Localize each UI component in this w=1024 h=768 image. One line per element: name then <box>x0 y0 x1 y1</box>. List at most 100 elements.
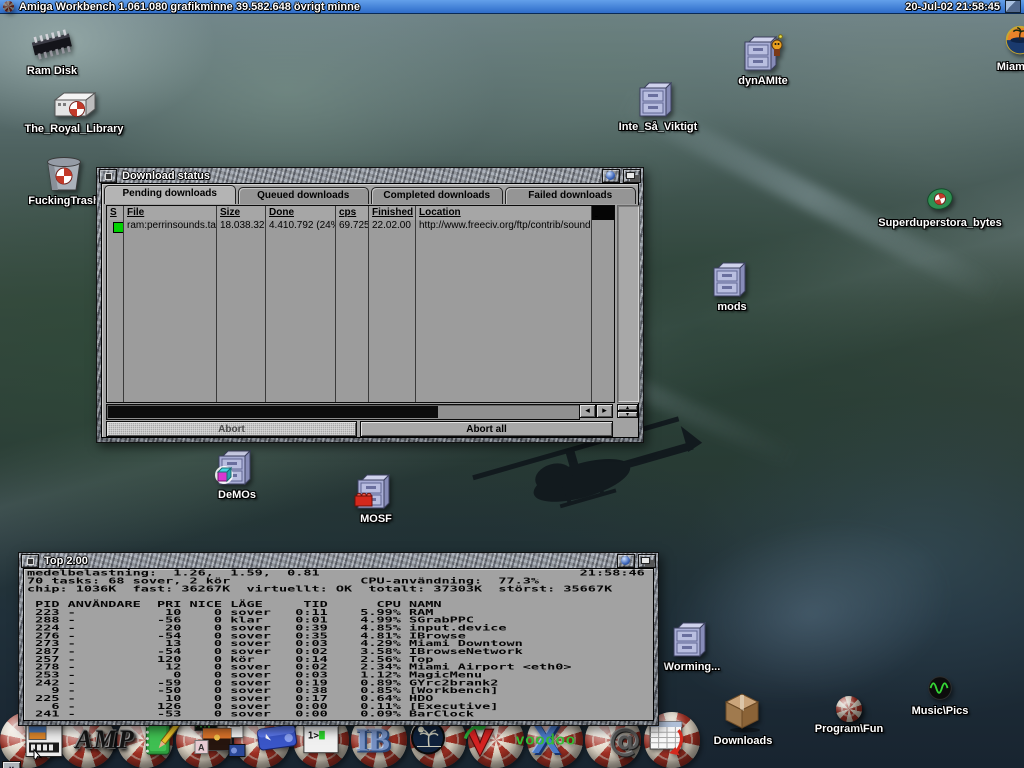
scroll-down-button[interactable]: ▾ <box>617 411 638 418</box>
abort-button[interactable]: Abort <box>106 421 357 437</box>
icon-label: Downloads <box>714 735 773 747</box>
desktop-icon-the-royal-library[interactable]: The_Royal_Library <box>12 88 136 135</box>
column-header[interactable]: Done <box>266 206 335 220</box>
scroll-left-button[interactable]: ◂ <box>579 404 596 418</box>
top-window-title: Top 2.00 <box>44 555 88 567</box>
download-window-title: Download status <box>122 170 210 182</box>
column-s: S <box>107 206 124 402</box>
desktop-icon-worming[interactable]: Worming... <box>650 620 734 673</box>
top-window-titlebar[interactable]: Top 2.00 <box>19 553 658 568</box>
close-gadget[interactable] <box>21 554 39 568</box>
download-window-titlebar[interactable]: Download status <box>97 168 643 183</box>
desktop-icon-mods[interactable]: mods <box>702 260 762 313</box>
desktop-icon-music-pics[interactable]: Music\Pics <box>894 674 986 717</box>
screen-title: Amiga Workbench 1.061.080 grafikminne 39… <box>19 1 360 13</box>
scrollbar-knob[interactable] <box>108 406 438 418</box>
download-list: SFileram:perrinsounds.tar.gzSize18.038.3… <box>106 205 615 403</box>
icon-label: Program\Fun <box>815 723 883 735</box>
table-cell[interactable] <box>107 222 123 235</box>
column-header[interactable]: File <box>124 206 216 220</box>
column-finished: Finished22.02.00 <box>369 206 416 402</box>
desktop-icon-superduperstora-bytes[interactable]: Superduperstora_bytes <box>858 182 1022 229</box>
screen-titlebar[interactable]: Amiga Workbench 1.061.080 grafikminne 39… <box>0 0 1024 14</box>
ibrowse-logo[interactable]: IB <box>356 721 390 758</box>
dynamite-icon <box>741 34 785 74</box>
tab-failed-downloads[interactable]: Failed downloads <box>505 187 637 204</box>
desktop-icon-demos[interactable]: DeMOs <box>200 448 274 501</box>
table-cell[interactable]: http://www.freeciv.org/ftp/contrib/sound… <box>416 220 591 233</box>
column-location: Locationhttp://www.freeciv.org/ftp/contr… <box>416 206 592 402</box>
table-cell[interactable]: 69.725 <box>336 220 368 233</box>
icon-label: Ram Disk <box>27 65 77 77</box>
icon-label: MiamiDX <box>997 61 1024 73</box>
top-window-content: medelbelastning: 1.26, 1.59, 0.81 21:58:… <box>23 568 654 721</box>
program-fun-icon <box>836 696 862 722</box>
column-done: Done4.410.792 (24%) <box>266 206 336 402</box>
column-header[interactable]: Location <box>416 206 591 220</box>
amp-text: AMP <box>75 725 134 754</box>
column-header[interactable]: S <box>107 206 123 220</box>
demos-icon <box>215 448 259 488</box>
abort-all-button[interactable]: Abort all <box>360 421 613 437</box>
table-cell[interactable]: 4.410.792 (24%) <box>266 220 335 233</box>
dock-collapse-button[interactable]: ∨ <box>2 761 21 768</box>
icon-label: dynAMIte <box>738 75 788 87</box>
table-cell[interactable]: 18.038.326 <box>217 220 265 233</box>
close-gadget[interactable] <box>99 169 117 183</box>
desktop-icon-downloads[interactable]: Downloads <box>698 690 788 747</box>
horizontal-scrollbar[interactable] <box>106 404 580 420</box>
ram-disk-icon <box>25 26 79 64</box>
mods-icon <box>710 260 754 300</box>
scroll-up-button[interactable]: ▴ <box>617 404 638 411</box>
download-status-window: Download status Pending downloadsQueued … <box>96 167 644 443</box>
screen-depth-gadget[interactable] <box>1005 0 1021 13</box>
icon-label: Superduperstora_bytes <box>878 217 1001 229</box>
desktop-icon-inte-sa-viktigt[interactable]: Inte_Så_Viktigt <box>608 80 708 133</box>
superduperstora-bytes-icon <box>922 182 958 216</box>
amp-logo[interactable]: AMP <box>75 725 134 755</box>
status-indicator <box>113 222 124 233</box>
column-header[interactable]: Finished <box>369 206 415 220</box>
table-cell[interactable]: 22.02.00 <box>369 220 415 233</box>
worming-icon <box>670 620 714 660</box>
download-tabs: Pending downloadsQueued downloadsComplet… <box>104 185 636 204</box>
column-size: Size18.038.326 <box>217 206 266 402</box>
vertical-scrollbar[interactable] <box>617 205 640 403</box>
zoom-gadget[interactable] <box>602 169 620 183</box>
column-header[interactable]: Size <box>217 206 265 220</box>
vertical-scroll-buttons: ▴ ▾ <box>617 404 638 418</box>
zoom-gadget[interactable] <box>617 554 635 568</box>
tab-completed-downloads[interactable]: Completed downloads <box>371 187 503 204</box>
ib-text: IB <box>356 721 390 757</box>
desktop: Ram Disk The_Royal_Library FuckingTrash … <box>0 14 1024 768</box>
tab-pending-downloads[interactable]: Pending downloads <box>104 185 236 204</box>
workbench-screen: Amiga Workbench 1.061.080 grafikminne 39… <box>0 0 1024 768</box>
depth-gadget[interactable] <box>638 554 656 568</box>
icon-label: DeMOs <box>218 489 256 501</box>
at-glyph: @ <box>609 721 641 759</box>
filler-header <box>592 206 614 220</box>
desktop-icon-miamidx[interactable]: MiamiDX <box>982 24 1024 73</box>
desktop-icon-mosf[interactable]: MOSF <box>344 472 408 525</box>
icon-label: mods <box>717 301 746 313</box>
desktop-icon-program-fun[interactable]: Program\Fun <box>800 696 898 735</box>
scroll-right-button[interactable]: ▸ <box>596 404 613 418</box>
icon-label: Inte_Så_Viktigt <box>619 121 698 133</box>
icon-label: Music\Pics <box>912 705 969 717</box>
inte-sa-viktigt-icon <box>636 80 680 120</box>
icon-label: The_Royal_Library <box>24 123 123 135</box>
icon-label: FuckingTrash <box>28 195 100 207</box>
desktop-icon-ram-disk[interactable]: Ram Disk <box>4 26 100 77</box>
table-cell[interactable]: ram:perrinsounds.tar.gz <box>124 220 216 233</box>
column-header[interactable]: cps <box>336 206 368 220</box>
svg-text:1>: 1> <box>308 730 320 741</box>
column-cps: cps69.725 <box>336 206 369 402</box>
depth-gadget[interactable] <box>623 169 641 183</box>
tab-queued-downloads[interactable]: Queued downloads <box>238 187 370 204</box>
icon-label: Worming... <box>664 661 721 673</box>
svg-text:A: A <box>198 742 205 752</box>
miamidx-icon <box>1002 24 1024 60</box>
email-icon[interactable]: @ <box>609 721 641 759</box>
desktop-icon-dynamite[interactable]: dynAMIte <box>726 34 800 87</box>
top-window: Top 2.00 medelbelastning: 1.26, 1.59, 0.… <box>18 552 659 726</box>
